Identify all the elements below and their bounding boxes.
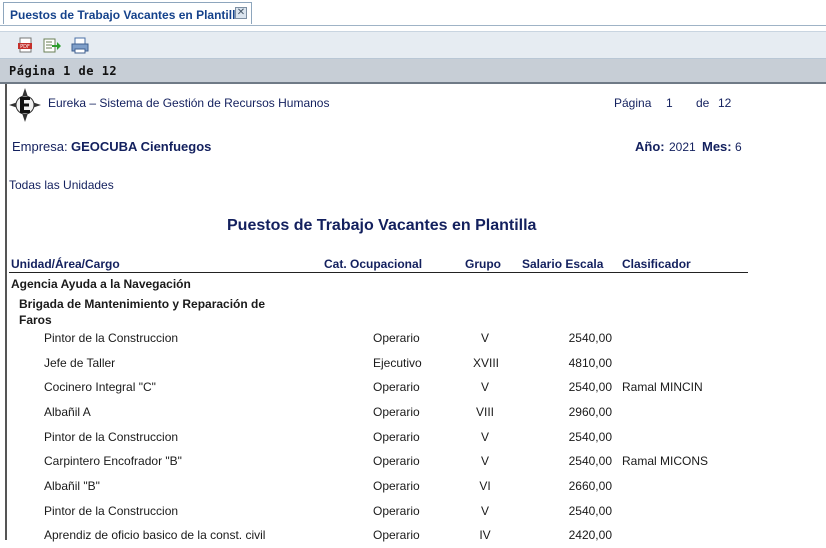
header-page-current: 1 (666, 96, 673, 110)
cell-cat: Operario (373, 380, 420, 394)
cell-grupo: V (480, 504, 489, 518)
pdf-export-icon[interactable]: PDF (17, 37, 35, 54)
eureka-logo (9, 88, 41, 122)
close-icon[interactable]: ✕ (235, 7, 247, 19)
cell-grupo: V (480, 430, 489, 444)
cell-cargo: Pintor de la Construccion (44, 504, 179, 518)
cell-cargo: Albañil A (44, 405, 91, 419)
report-title: Puestos de Trabajo Vacantes en Plantilla (227, 217, 537, 234)
cell-grupo: V (480, 380, 489, 394)
cell-salario: 2540,00 (568, 380, 612, 394)
table-row: Carpintero Encofrador "B" Operario V 254… (0, 454, 826, 474)
table-row: Pintor de la Construccion Operario V 254… (0, 331, 826, 351)
cell-clasificador: Ramal MICONS (622, 454, 709, 468)
app-name: Eureka – Sistema de Gestión de Recursos … (48, 96, 330, 110)
cell-cat: Operario (373, 430, 420, 444)
empresa-label: Empresa: (12, 139, 68, 154)
svg-text:PDF: PDF (20, 44, 30, 50)
cell-salario: 2540,00 (568, 454, 612, 468)
col-header-grupo: Grupo (465, 257, 501, 271)
header-page-of: de (696, 96, 710, 110)
table-row: Cocinero Integral "C" Operario V 2540,00… (0, 380, 826, 400)
cell-grupo: V (480, 331, 489, 345)
col-header-salario: Salario Escala (522, 257, 604, 271)
cell-salario: 2960,00 (568, 405, 612, 419)
cell-grupo: XVIII (473, 356, 500, 370)
group-brigade: Brigada de Mantenimiento y Reparación de… (19, 297, 266, 327)
cell-cat: Operario (373, 331, 420, 345)
cell-grupo: VI (479, 479, 491, 493)
header-page-total: 12 (718, 96, 732, 110)
cell-cargo: Jefe de Taller (44, 356, 116, 370)
tab-strip: Puestos de Trabajo Vacantes en Plantilla… (0, 0, 826, 26)
mes-value: 6 (735, 140, 742, 154)
table-row: Pintor de la Construccion Operario V 254… (0, 504, 826, 524)
col-header-cargo: Unidad/Área/Cargo (11, 257, 120, 271)
table-row: Jefe de Taller Ejecutivo XVIII 4810,00 (0, 356, 826, 376)
cell-cargo: Cocinero Integral "C" (44, 380, 156, 394)
mes-label: Mes: (702, 139, 732, 154)
tab-title: Puestos de Trabajo Vacantes en Plantilla (10, 8, 243, 22)
cell-salario: 2660,00 (568, 479, 612, 493)
cell-cat: Operario (373, 479, 420, 493)
header-page-label: Página (614, 96, 652, 110)
cell-cat: Operario (373, 504, 420, 518)
cell-cargo: Pintor de la Construccion (44, 331, 179, 345)
units-label: Todas las Unidades (9, 178, 114, 192)
col-header-clasificador: Clasificador (622, 257, 691, 271)
cell-salario: 2540,00 (568, 331, 612, 345)
toolbar: PDF (0, 31, 826, 59)
table-row: Albañil "B" Operario VI 2660,00 (0, 479, 826, 499)
cell-cargo: Pintor de la Construccion (44, 430, 179, 444)
cell-salario: 2540,00 (568, 504, 612, 518)
empresa-value: GEOCUBA Cienfuegos (71, 139, 212, 154)
cell-grupo: V (480, 454, 489, 468)
table-row: Pintor de la Construccion Operario V 254… (0, 430, 826, 450)
cell-cat: Operario (373, 454, 420, 468)
export-arrow-icon[interactable] (43, 37, 61, 54)
page-indicator: Página 1 de 12 (9, 64, 118, 78)
col-header-cat: Cat. Ocupacional (324, 257, 423, 271)
table-row: Albañil A Operario VIII 2960,00 (0, 405, 826, 425)
cell-cargo: Albañil "B" (44, 479, 100, 493)
cell-salario: 4810,00 (568, 356, 612, 370)
cell-cargo: Carpintero Encofrador "B" (44, 454, 182, 468)
cell-salario: 2540,00 (568, 430, 612, 444)
table-row: Aprendiz de oficio basico de la const. c… (0, 528, 826, 548)
cell-cat: Ejecutivo (373, 356, 422, 370)
print-icon[interactable] (71, 37, 89, 54)
page-indicator-bar: Página 1 de 12 (0, 59, 826, 84)
cell-clasificador: Ramal MINCIN (622, 380, 703, 394)
cell-cat: Operario (373, 405, 420, 419)
tab-report[interactable]: Puestos de Trabajo Vacantes en Plantilla… (3, 2, 252, 24)
ano-value: 2021 (669, 140, 696, 154)
ano-label: Año: (635, 139, 665, 154)
header-rule (9, 272, 748, 273)
cell-grupo: VIII (475, 405, 494, 419)
group-agency: Agencia Ayuda a la Navegación (11, 277, 191, 291)
